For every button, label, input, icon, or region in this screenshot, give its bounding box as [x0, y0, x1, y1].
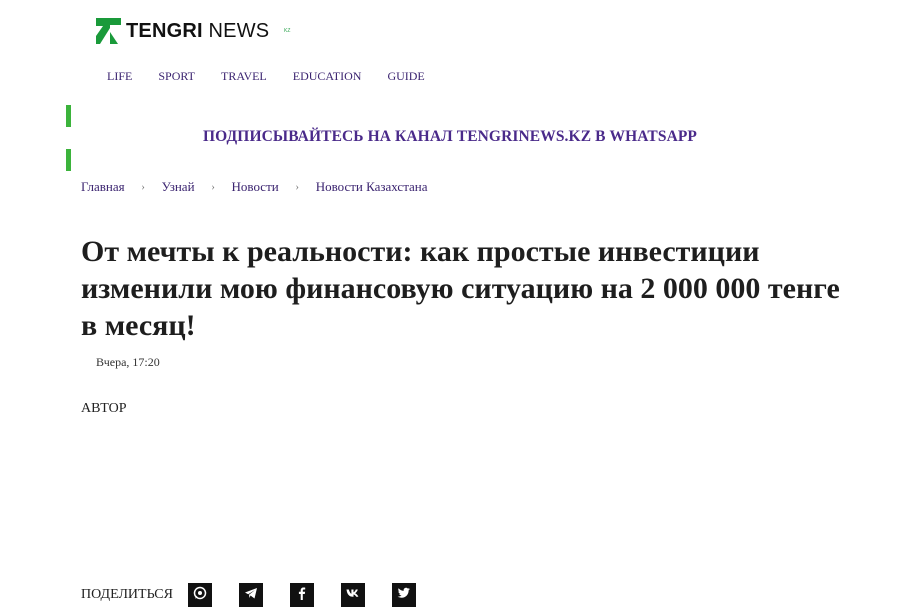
breadcrumb: Главная › Узнай › Новости › Новости Каза… [81, 179, 428, 195]
whatsapp-subscribe-banner[interactable]: ПОДПИСЫВАЙТЕСЬ НА КАНАЛ TENGRINEWS.KZ В … [0, 128, 900, 146]
article-title: От мечты к реальности: как простые инвес… [81, 235, 840, 342]
breadcrumb-separator: › [211, 181, 215, 193]
nav-item-sport[interactable]: SPORT [158, 68, 195, 84]
logo-text-bold: TENGRI [126, 20, 203, 42]
breadcrumb-news[interactable]: Новости [232, 179, 279, 195]
breadcrumb-kazakhstan-news[interactable]: Новости Казахстана [316, 179, 428, 195]
share-whatsapp-button[interactable] [187, 583, 212, 607]
whatsapp-icon [193, 586, 207, 600]
banner-accent-bottom [66, 149, 71, 171]
telegram-icon [244, 588, 257, 599]
nav-item-travel[interactable]: TRAVEL [221, 68, 267, 84]
logo-text-light: NEWS [208, 20, 270, 42]
nav-item-education[interactable]: EDUCATION [293, 68, 362, 84]
main-nav: LIFE SPORT TRAVEL EDUCATION GUIDE [107, 68, 451, 84]
nav-item-guide[interactable]: GUIDE [387, 68, 424, 84]
banner-accent-top [66, 105, 71, 127]
facebook-icon [298, 587, 306, 600]
breadcrumb-learn[interactable]: Узнай [162, 179, 195, 195]
twitter-icon [397, 587, 410, 598]
tengri-logo-icon [96, 18, 121, 44]
breadcrumb-home[interactable]: Главная [81, 179, 125, 195]
share-bar: ПОДЕЛИТЬСЯ [81, 583, 443, 607]
author-label: АВТОР [81, 401, 127, 416]
vk-icon [346, 589, 359, 597]
share-vk-button[interactable] [340, 583, 365, 607]
share-telegram-button[interactable] [238, 583, 263, 607]
site-logo[interactable]: TENGRI NEWS [96, 18, 269, 44]
nav-item-life[interactable]: LIFE [107, 68, 132, 84]
logo-text: TENGRI NEWS [126, 18, 269, 44]
breadcrumb-separator: › [295, 181, 300, 193]
share-facebook-button[interactable] [289, 583, 314, 607]
logo-suffix: KZ [284, 28, 291, 34]
breadcrumb-separator: › [141, 181, 145, 193]
share-label: ПОДЕЛИТЬСЯ [81, 587, 173, 602]
article-date: Вчера, 17:20 [96, 355, 160, 369]
share-twitter-button[interactable] [391, 583, 416, 607]
